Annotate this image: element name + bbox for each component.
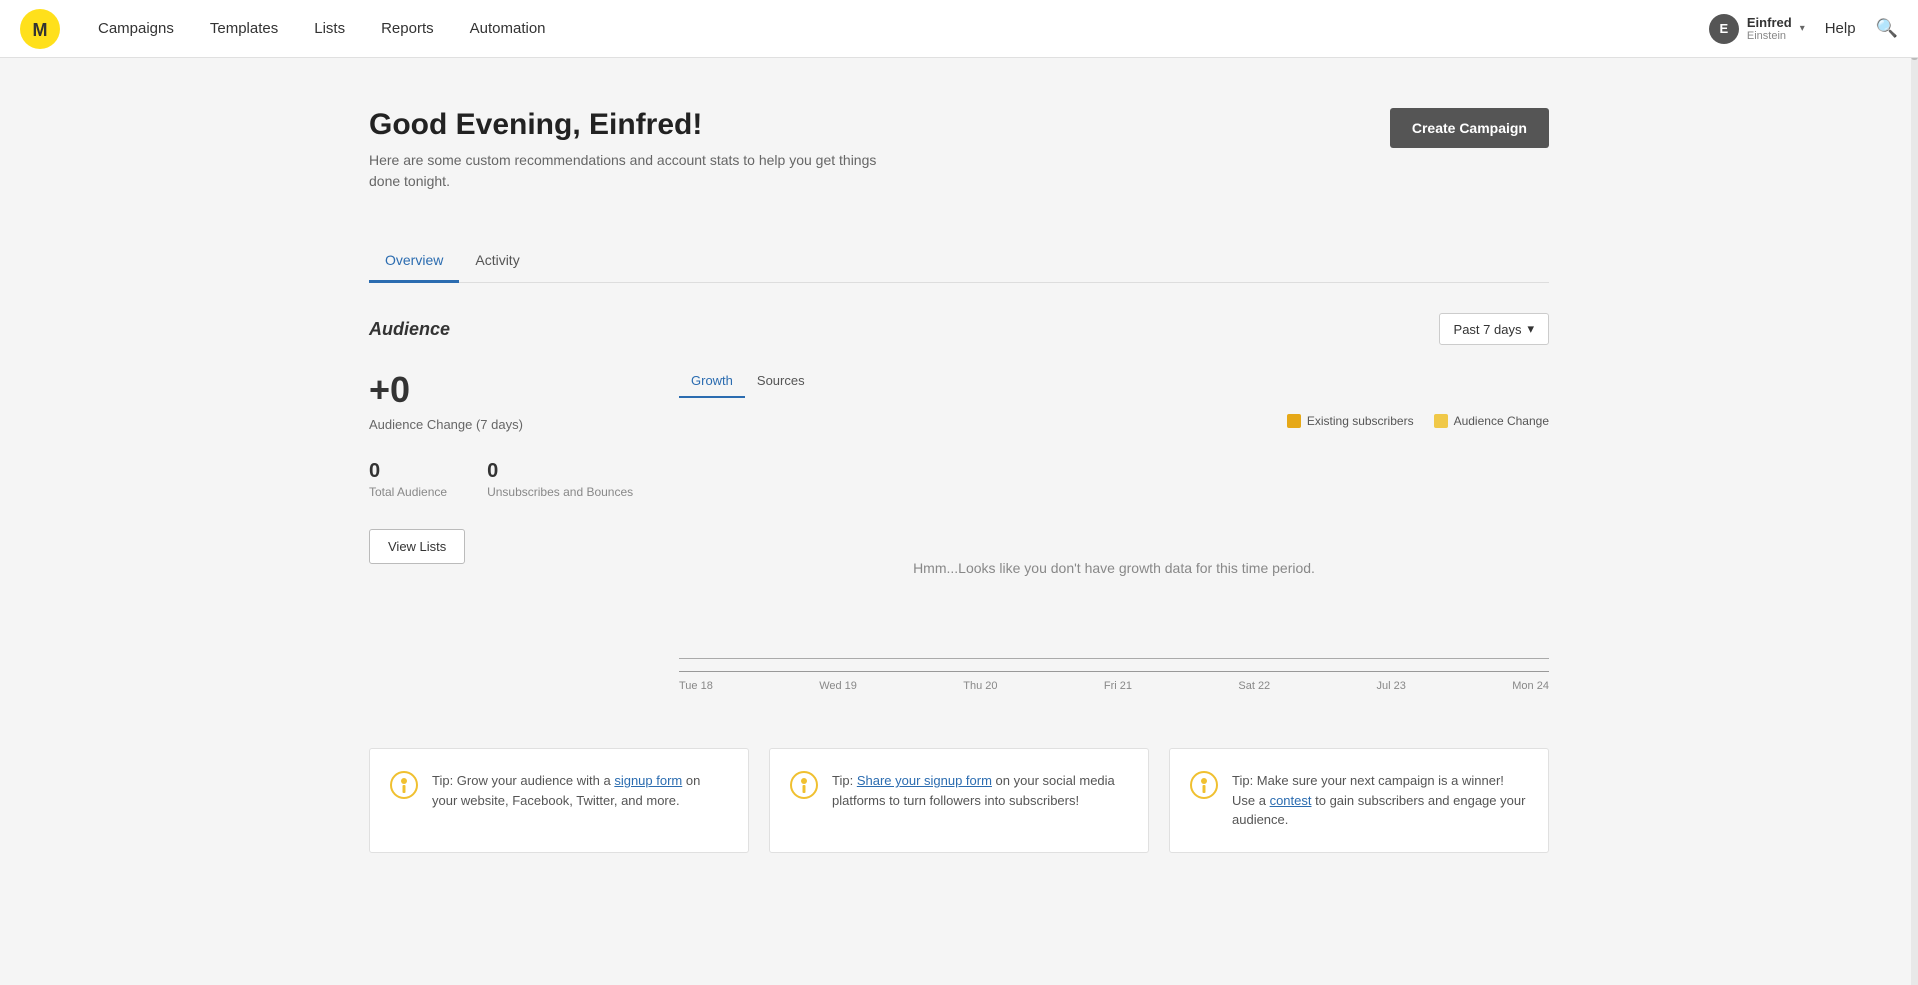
audience-content: +0 Audience Change (7 days) 0 Total Audi… xyxy=(369,369,1549,698)
nav-help[interactable]: Help xyxy=(1825,20,1856,37)
nav-item-lists[interactable]: Lists xyxy=(296,0,363,58)
view-lists-button[interactable]: View Lists xyxy=(369,529,465,564)
navbar: M Campaigns Templates Lists Reports Auto… xyxy=(0,0,1918,58)
tip-card-2: Tip: Make sure your next campaign is a w… xyxy=(1169,748,1549,853)
chart-area: Hmm...Looks like you don't have growth d… xyxy=(679,438,1549,698)
legend-label-change: Audience Change xyxy=(1454,414,1549,428)
tip-card-0: Tip: Grow your audience with a signup fo… xyxy=(369,748,749,853)
nav-right: E Einfred Einstein ▾ Help 🔍 xyxy=(1709,14,1898,44)
create-campaign-button[interactable]: Create Campaign xyxy=(1390,108,1549,148)
nav-user-info: Einfred Einstein xyxy=(1747,15,1792,42)
avatar: E xyxy=(1709,14,1739,44)
chart-tabs: Growth Sources xyxy=(679,369,1549,398)
chart-no-data-message: Hmm...Looks like you don't have growth d… xyxy=(913,560,1315,576)
tip-icon-1 xyxy=(790,771,818,799)
tip-icon-2 xyxy=(1190,771,1218,799)
total-audience-stat: 0 Total Audience xyxy=(369,460,447,499)
unsubscribes-label: Unsubscribes and Bounces xyxy=(487,485,633,499)
x-label-1: Wed 19 xyxy=(819,680,857,692)
tip-text-before-1: Tip: xyxy=(832,773,857,788)
legend-dot-existing xyxy=(1287,414,1301,428)
unsubscribes-stat: 0 Unsubscribes and Bounces xyxy=(487,460,633,499)
audience-title: Audience xyxy=(369,319,450,340)
nav-subname: Einstein xyxy=(1747,30,1792,42)
nav-username: Einfred xyxy=(1747,15,1792,30)
x-label-5: Jul 23 xyxy=(1377,680,1406,692)
period-label: Past 7 days xyxy=(1454,322,1522,337)
chart-tab-growth[interactable]: Growth xyxy=(679,369,745,398)
logo[interactable]: M xyxy=(20,9,60,49)
audience-change-label: Audience Change (7 days) xyxy=(369,417,649,432)
tab-overview[interactable]: Overview xyxy=(369,242,459,283)
unsubscribes-value: 0 xyxy=(487,460,633,483)
period-dropdown[interactable]: Past 7 days ▾ xyxy=(1439,313,1549,345)
x-label-6: Mon 24 xyxy=(1512,680,1549,692)
nav-items: Campaigns Templates Lists Reports Automa… xyxy=(80,0,1709,58)
search-icon[interactable]: 🔍 xyxy=(1876,18,1898,39)
tip-text-2: Tip: Make sure your next campaign is a w… xyxy=(1232,771,1528,830)
audience-header: Audience Past 7 days ▾ xyxy=(369,313,1549,345)
user-chevron-icon: ▾ xyxy=(1800,23,1805,34)
x-label-0: Tue 18 xyxy=(679,680,713,692)
greeting-title: Good Evening, Einfred! xyxy=(369,108,889,142)
tip-link-2[interactable]: contest xyxy=(1270,793,1312,808)
total-audience-value: 0 xyxy=(369,460,447,483)
nav-item-templates[interactable]: Templates xyxy=(192,0,296,58)
page-scrollbar[interactable] xyxy=(1911,0,1918,985)
header-row: Good Evening, Einfred! Here are some cus… xyxy=(369,108,1549,192)
tips-section: Tip: Grow your audience with a signup fo… xyxy=(369,748,1549,853)
audience-left: +0 Audience Change (7 days) 0 Total Audi… xyxy=(369,369,649,698)
tip-text-1: Tip: Share your signup form on your soci… xyxy=(832,771,1128,810)
audience-chart: Growth Sources Existing subscribers Audi… xyxy=(649,369,1549,698)
legend-audience-change: Audience Change xyxy=(1434,414,1549,428)
tab-activity[interactable]: Activity xyxy=(459,242,535,283)
nav-user[interactable]: E Einfred Einstein ▾ xyxy=(1709,14,1805,44)
tip-link-0[interactable]: signup form xyxy=(614,773,682,788)
audience-stats: 0 Total Audience 0 Unsubscribes and Boun… xyxy=(369,460,649,499)
greeting-subtitle: Here are some custom recommendations and… xyxy=(369,150,889,192)
legend-dot-change xyxy=(1434,414,1448,428)
main-tabs: Overview Activity xyxy=(369,242,1549,283)
chart-tab-sources[interactable]: Sources xyxy=(745,369,817,398)
nav-item-campaigns[interactable]: Campaigns xyxy=(80,0,192,58)
nav-item-reports[interactable]: Reports xyxy=(363,0,452,58)
audience-change-value: +0 xyxy=(369,369,649,411)
total-audience-label: Total Audience xyxy=(369,485,447,499)
header-text: Good Evening, Einfred! Here are some cus… xyxy=(369,108,889,192)
period-chevron-icon: ▾ xyxy=(1527,321,1534,337)
x-label-2: Thu 20 xyxy=(963,680,997,692)
x-label-4: Sat 22 xyxy=(1238,680,1270,692)
chart-x-axis-labels: Tue 18 Wed 19 Thu 20 Fri 21 Sat 22 Jul 2… xyxy=(679,671,1549,692)
nav-item-automation[interactable]: Automation xyxy=(452,0,564,58)
svg-text:M: M xyxy=(33,20,48,40)
tip-link-1[interactable]: Share your signup form xyxy=(857,773,992,788)
tip-icon-0 xyxy=(390,771,418,799)
chart-legend: Existing subscribers Audience Change xyxy=(679,414,1549,428)
x-label-3: Fri 21 xyxy=(1104,680,1132,692)
chart-x-axis: Tue 18 Wed 19 Thu 20 Fri 21 Sat 22 Jul 2… xyxy=(679,658,1549,692)
main-content: Good Evening, Einfred! Here are some cus… xyxy=(329,58,1589,893)
legend-existing-subscribers: Existing subscribers xyxy=(1287,414,1414,428)
tip-text-before-0: Tip: Grow your audience with a xyxy=(432,773,614,788)
tip-text-0: Tip: Grow your audience with a signup fo… xyxy=(432,771,728,810)
legend-label-existing: Existing subscribers xyxy=(1307,414,1414,428)
tip-card-1: Tip: Share your signup form on your soci… xyxy=(769,748,1149,853)
audience-section: Audience Past 7 days ▾ +0 Audience Chang… xyxy=(369,313,1549,698)
